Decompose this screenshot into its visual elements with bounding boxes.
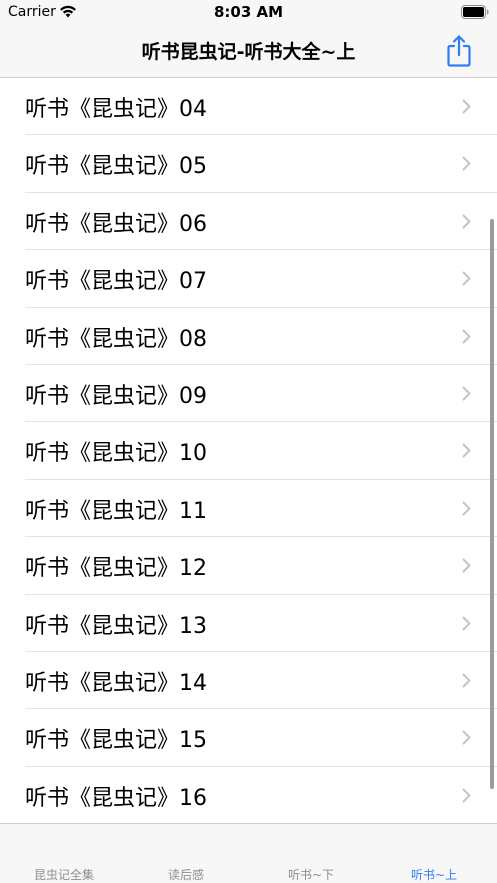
chevron-right-icon: [462, 730, 471, 745]
list-item-label: 听书《昆虫记》08: [25, 326, 207, 352]
share-button[interactable]: [445, 34, 473, 68]
battery-icon: [461, 5, 489, 19]
list-item[interactable]: 听书《昆虫记》07: [0, 250, 497, 308]
tab-bar: 昆虫记全集 读后感 听书~下 听书~上: [0, 823, 497, 883]
chevron-right-icon: [462, 443, 471, 458]
app-screen: Carrier 8:03 AM 听书昆虫记-听书大全~上 听书《昆虫记》04 听书…: [0, 0, 497, 883]
list-item[interactable]: 听书《昆虫记》05: [0, 135, 497, 193]
chevron-right-icon: [462, 558, 471, 573]
list-item[interactable]: 听书《昆虫记》10: [0, 422, 497, 480]
list-item-label: 听书《昆虫记》05: [25, 154, 207, 180]
chevron-right-icon: [462, 156, 471, 171]
list-item[interactable]: 听书《昆虫记》12: [0, 537, 497, 595]
list-item-label: 听书《昆虫记》12: [25, 556, 207, 582]
chevron-right-icon: [462, 329, 471, 344]
scroll-indicator[interactable]: [490, 219, 494, 789]
list-item[interactable]: 听书《昆虫记》06: [0, 193, 497, 251]
chapter-list[interactable]: 听书《昆虫记》04 听书《昆虫记》05 听书《昆虫记》06 听书《昆虫记》07 听书《昆…: [0, 78, 497, 823]
list-item[interactable]: 听书《昆虫记》14: [0, 652, 497, 710]
chevron-right-icon: [462, 616, 471, 631]
list-item[interactable]: 听书《昆虫记》15: [0, 709, 497, 767]
chevron-right-icon: [462, 214, 471, 229]
list-item-label: 听书《昆虫记》10: [25, 441, 207, 467]
list-item-label: 听书《昆虫记》07: [25, 269, 207, 295]
status-bar: Carrier 8:03 AM: [0, 0, 497, 26]
chevron-right-icon: [462, 386, 471, 401]
list-item[interactable]: 听书《昆虫记》11: [0, 480, 497, 538]
tab-audiobook-part-1[interactable]: 听书~上: [372, 866, 496, 883]
list-item[interactable]: 听书《昆虫记》09: [0, 365, 497, 423]
chevron-right-icon: [462, 788, 471, 803]
chevron-right-icon: [462, 501, 471, 516]
list-item[interactable]: 听书《昆虫记》16: [0, 767, 497, 823]
navigation-bar: 听书昆虫记-听书大全~上: [0, 26, 497, 78]
tab-audiobook-part-2[interactable]: 听书~下: [249, 866, 373, 883]
page-title: 听书昆虫记-听书大全~上: [141, 41, 356, 63]
status-time: 8:03 AM: [213, 3, 284, 21]
tab-insect-collection[interactable]: 昆虫记全集: [2, 866, 126, 883]
list-item-label: 听书《昆虫记》14: [25, 670, 207, 696]
chevron-right-icon: [462, 99, 471, 114]
list-item-label: 听书《昆虫记》15: [25, 728, 207, 754]
list-item-label: 听书《昆虫记》11: [25, 498, 207, 524]
list-item-label: 听书《昆虫记》13: [25, 613, 207, 639]
share-icon: [447, 35, 471, 67]
list-item[interactable]: 听书《昆虫记》08: [0, 308, 497, 365]
list-item-label: 听书《昆虫记》06: [25, 211, 207, 237]
chevron-right-icon: [462, 673, 471, 688]
chevron-right-icon: [462, 271, 471, 286]
list-item[interactable]: 听书《昆虫记》04: [0, 78, 497, 136]
list-item-label: 听书《昆虫记》16: [25, 785, 207, 811]
list-item[interactable]: 听书《昆虫记》13: [0, 595, 497, 652]
tab-reading-notes[interactable]: 读后感: [124, 866, 248, 883]
list-item-label: 听书《昆虫记》09: [25, 383, 207, 409]
list-item-label: 听书《昆虫记》04: [25, 97, 207, 122]
